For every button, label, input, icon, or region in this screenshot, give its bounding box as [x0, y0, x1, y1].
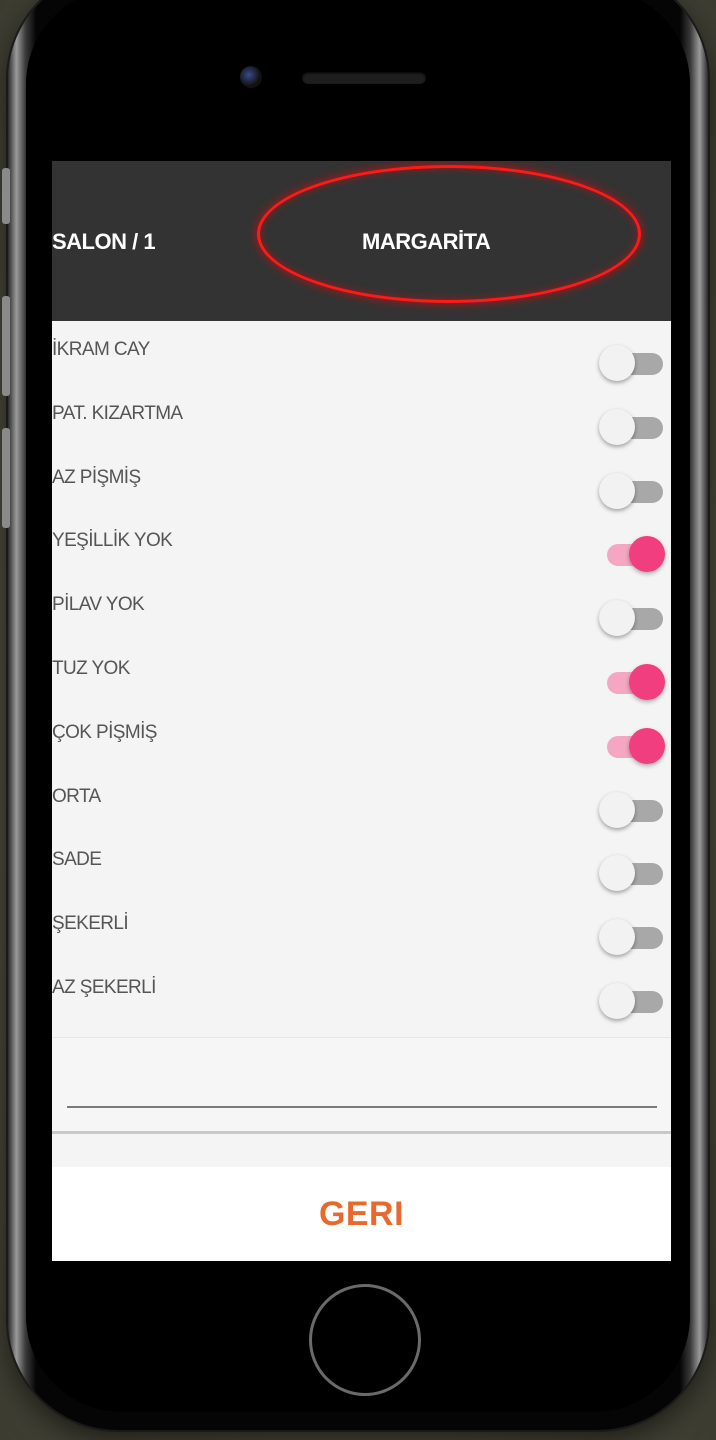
- toggle-knob: [599, 408, 635, 445]
- option-toggle[interactable]: [599, 343, 665, 383]
- highlight-annotation: [257, 165, 641, 303]
- toggle-knob: [599, 919, 635, 956]
- toggle-knob: [629, 663, 665, 700]
- earpiece-speaker: [302, 72, 426, 84]
- option-toggle[interactable]: [599, 790, 665, 830]
- front-camera: [240, 66, 262, 88]
- option-row: PİLAV YOK: [52, 576, 671, 640]
- option-row: YEŞİLLİK YOK: [52, 512, 671, 576]
- option-toggle[interactable]: [599, 981, 665, 1021]
- option-label: ŞEKERLİ: [52, 913, 129, 935]
- divider: [52, 1131, 671, 1134]
- option-toggle[interactable]: [599, 598, 665, 638]
- option-row: TUZ YOK: [52, 640, 671, 704]
- option-label: ÇOK PİŞMİŞ: [52, 721, 157, 743]
- app-screen: SALON / 1 MARGARİTA İKRAM CAY PAT. KIZART…: [52, 161, 671, 1261]
- option-label: SADE: [52, 849, 102, 871]
- toggle-knob: [599, 982, 635, 1019]
- option-label: PİLAV YOK: [52, 594, 145, 616]
- option-row: PAT. KIZARTMA: [52, 385, 671, 449]
- toggle-knob: [599, 600, 635, 637]
- option-toggle[interactable]: [599, 917, 665, 957]
- option-toggle[interactable]: [599, 471, 665, 511]
- option-toggle[interactable]: [599, 662, 665, 702]
- option-list: İKRAM CAY PAT. KIZARTMA AZ PİŞMİŞ YEŞİLLİK …: [52, 321, 671, 1023]
- option-row: SADE: [52, 831, 671, 895]
- toggle-knob: [599, 855, 635, 892]
- back-button[interactable]: GERI: [52, 1167, 671, 1261]
- option-row: AZ ŞEKERLİ: [52, 959, 671, 1023]
- option-label: İKRAM CAY: [52, 339, 150, 360]
- option-label: TUZ YOK: [52, 657, 130, 679]
- note-area: [52, 1037, 671, 1133]
- option-label: ORTA: [52, 785, 101, 807]
- option-row: AZ PİŞMİŞ: [52, 449, 671, 513]
- toggle-knob: [629, 727, 665, 764]
- option-row: ORTA: [52, 768, 671, 832]
- toggle-knob: [629, 536, 665, 573]
- note-input[interactable]: [67, 1106, 657, 1108]
- toggle-knob: [599, 345, 635, 381]
- option-row: ÇOK PİŞMİŞ: [52, 704, 671, 768]
- option-row: İKRAM CAY: [52, 321, 671, 385]
- back-button-label: GERI: [318, 1194, 405, 1233]
- volume-up-button: [2, 296, 10, 396]
- option-label: AZ PİŞMİŞ: [52, 466, 141, 488]
- home-button: [309, 1284, 421, 1396]
- option-toggle[interactable]: [599, 853, 665, 893]
- option-label: PAT. KIZARTMA: [52, 402, 183, 424]
- toggle-knob: [599, 472, 635, 509]
- header-bar: SALON / 1 MARGARİTA: [52, 161, 671, 321]
- option-toggle[interactable]: [599, 534, 665, 574]
- volume-down-button: [2, 428, 10, 528]
- option-label: AZ ŞEKERLİ: [52, 976, 156, 998]
- option-toggle[interactable]: [599, 407, 665, 447]
- option-label: YEŞİLLİK YOK: [52, 530, 173, 552]
- option-toggle[interactable]: [599, 726, 665, 766]
- option-row: ŞEKERLİ: [52, 895, 671, 959]
- mute-switch: [2, 168, 10, 224]
- table-label: SALON / 1: [52, 229, 156, 254]
- toggle-knob: [599, 791, 635, 828]
